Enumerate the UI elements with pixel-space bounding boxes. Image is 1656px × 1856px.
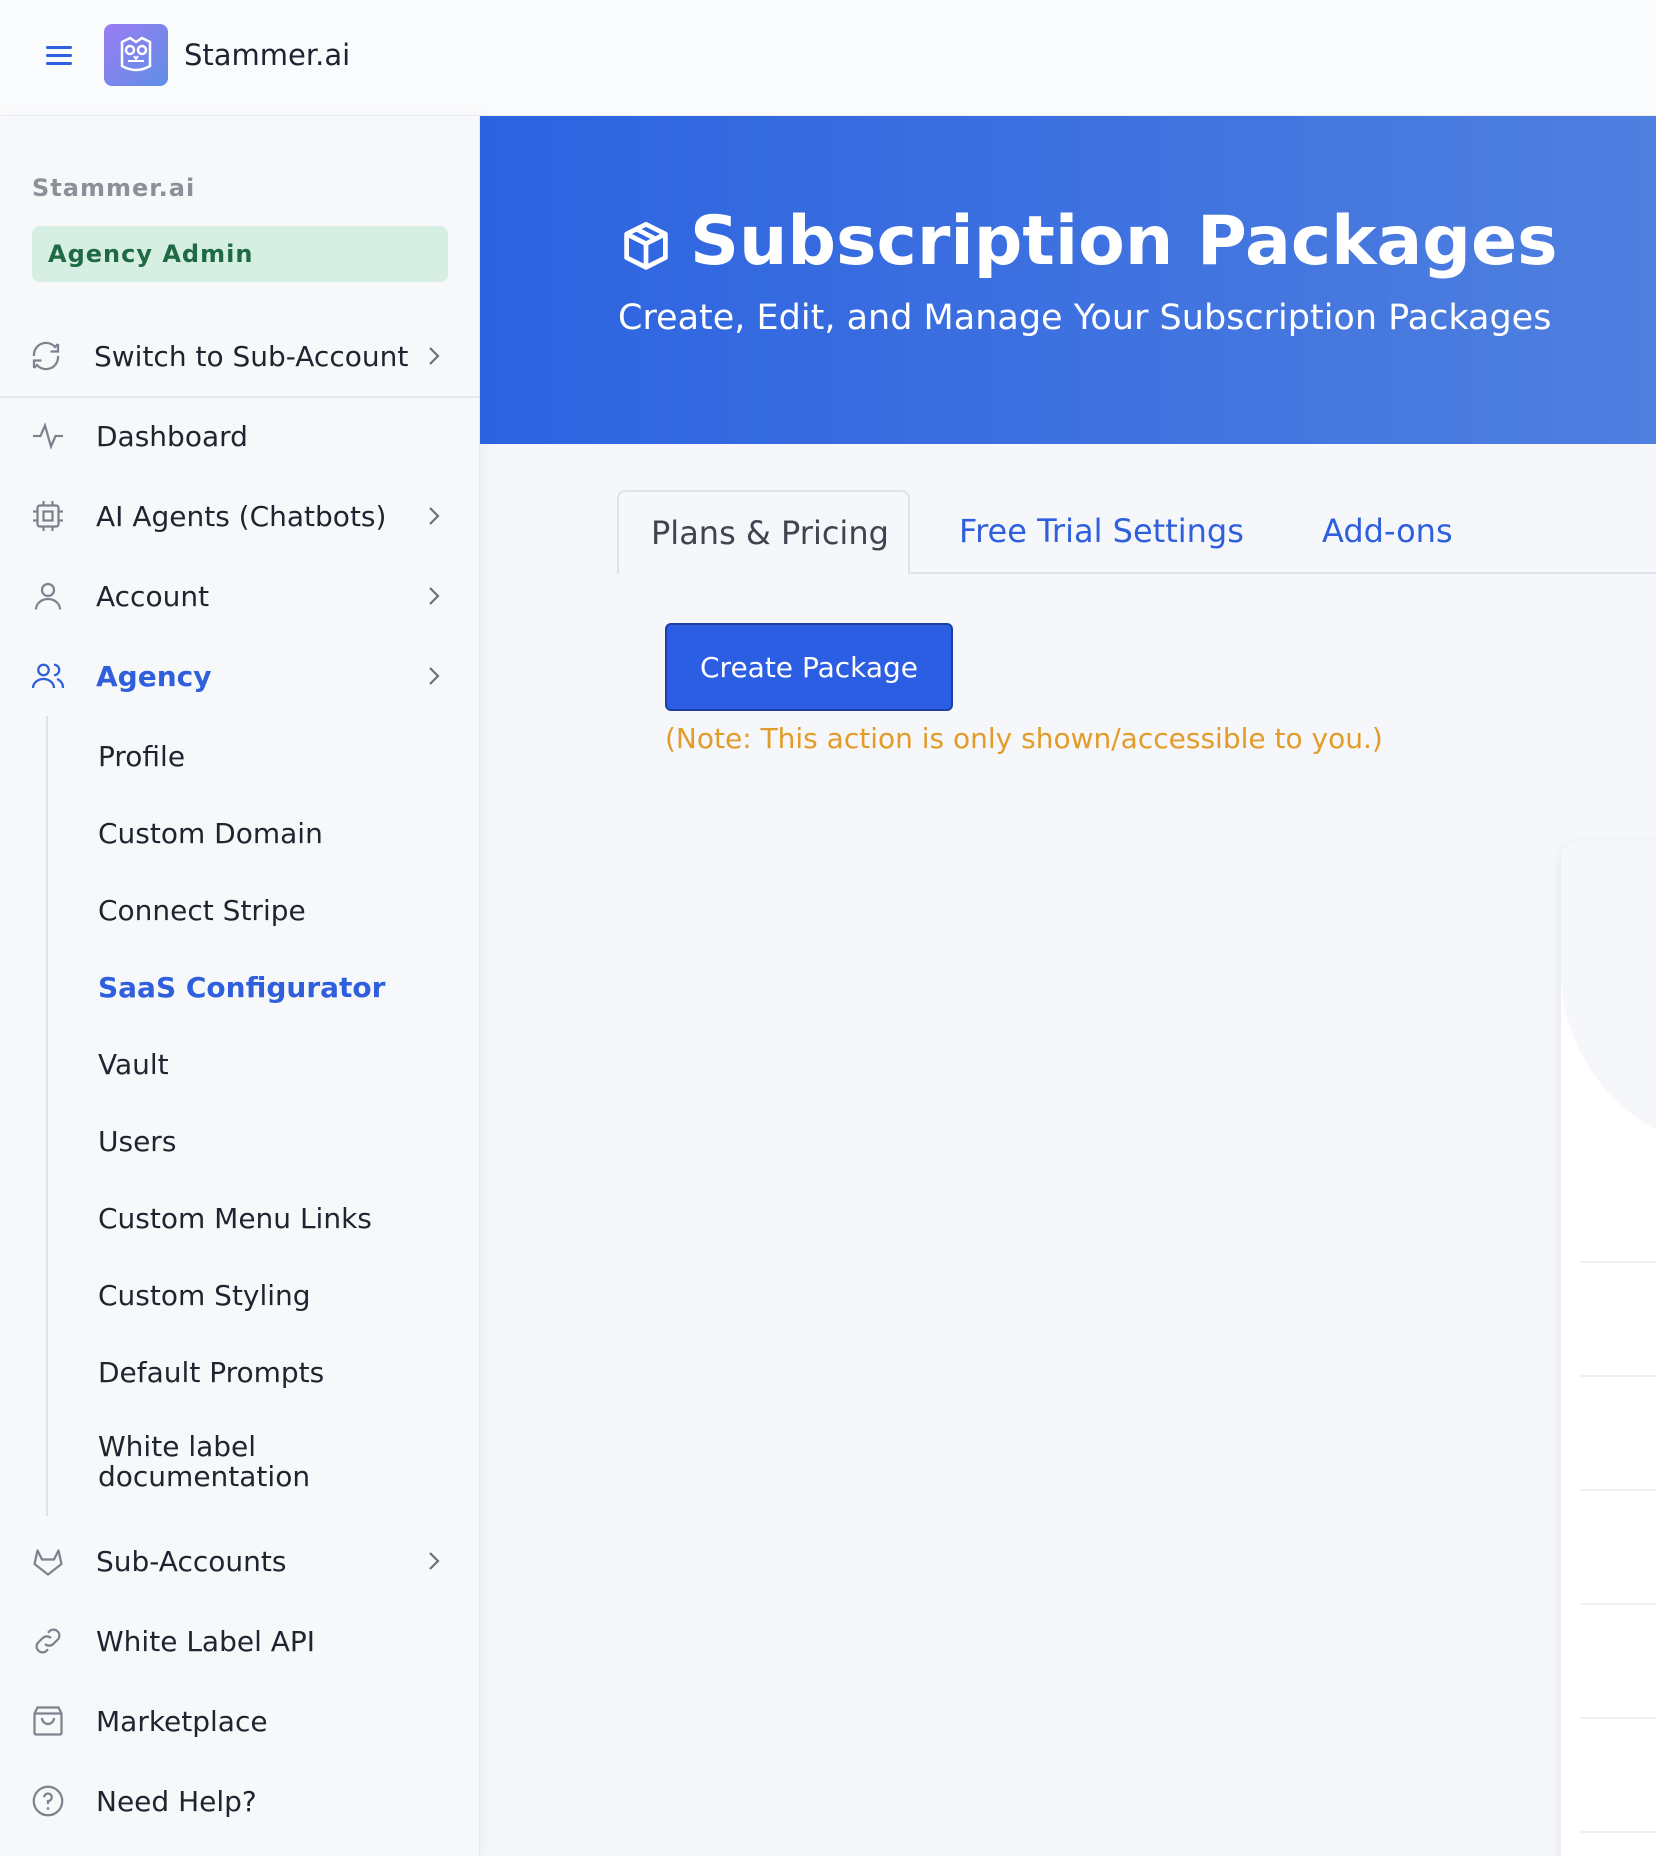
sidebar-item-label: Sub-Accounts xyxy=(96,1545,287,1578)
tab-label: Plans & Pricing xyxy=(651,514,889,552)
chevron-right-icon xyxy=(429,587,440,605)
sidebar-item-account[interactable]: Account xyxy=(0,566,480,626)
submenu-item-custom-domain[interactable]: Custom Domain xyxy=(98,817,323,850)
sidebar-divider xyxy=(0,396,480,398)
submenu-item-default-prompts[interactable]: Default Prompts xyxy=(98,1356,324,1389)
submenu-item-white-label-documentation[interactable]: White label documentation xyxy=(98,1432,398,1492)
link-icon xyxy=(35,1628,61,1654)
sidebar-item-label: Agency xyxy=(96,660,212,693)
sidebar-item-marketplace[interactable]: Marketplace xyxy=(0,1691,480,1751)
submenu-item-saas-configurator[interactable]: SaaS Configurator xyxy=(98,971,385,1004)
submenu-item-connect-stripe[interactable]: Connect Stripe xyxy=(98,894,306,927)
sidebar-item-label: Dashboard xyxy=(96,420,248,453)
sidebar-item-sub-accounts[interactable]: Sub-Accounts xyxy=(0,1531,480,1591)
visibility-note: (Note: This action is only shown/accessi… xyxy=(665,722,1383,755)
card-decoration xyxy=(1561,841,1656,1151)
submenu-item-users[interactable]: Users xyxy=(98,1125,176,1158)
card-divider xyxy=(1581,1717,1656,1719)
create-package-label: Create Package xyxy=(700,651,918,684)
tab-label: Add-ons xyxy=(1322,512,1453,550)
cpu-icon xyxy=(33,501,63,531)
card-divider xyxy=(1581,1831,1656,1833)
chevron-right-icon xyxy=(429,1552,440,1570)
package-card xyxy=(1561,841,1656,1856)
chevron-right-icon xyxy=(429,347,440,365)
switch-sub-account-label: Switch to Sub-Account xyxy=(94,340,409,373)
sidebar-item-need-help[interactable]: Need Help? xyxy=(0,1771,480,1831)
brand-name: Stammer.ai xyxy=(184,38,351,72)
tab-plans-pricing[interactable]: Plans & Pricing xyxy=(617,490,910,574)
card-divider xyxy=(1581,1261,1656,1263)
sidebar-item-label: AI Agents (Chatbots) xyxy=(96,500,387,533)
submenu-item-vault[interactable]: Vault xyxy=(98,1048,169,1081)
switch-sub-account-button[interactable]: Switch to Sub-Account xyxy=(0,318,480,378)
sidebar-item-label: Need Help? xyxy=(96,1785,257,1818)
card-divider xyxy=(1581,1375,1656,1377)
sidebar-item-dashboard[interactable]: Dashboard xyxy=(0,406,480,466)
sidebar-item-label: Account xyxy=(96,580,210,613)
sidebar-org-name: Stammer.ai xyxy=(32,174,196,202)
submenu-guide-line xyxy=(46,716,48,1516)
sidebar-item-ai-agents[interactable]: AI Agents (Chatbots) xyxy=(0,486,480,546)
refresh-icon xyxy=(32,341,60,371)
user-icon xyxy=(34,582,62,610)
top-bar: Stammer.ai xyxy=(0,0,1656,116)
help-circle-icon xyxy=(32,1785,64,1817)
page-header: Subscription Packages Create, Edit, and … xyxy=(480,116,1656,444)
role-badge-label: Agency Admin xyxy=(48,240,254,268)
chevron-right-icon xyxy=(429,667,440,685)
hamburger-menu-icon[interactable] xyxy=(46,46,72,66)
page-subtitle: Create, Edit, and Manage Your Subscripti… xyxy=(618,298,1552,338)
sidebar-item-label: Marketplace xyxy=(96,1705,268,1738)
tab-label: Free Trial Settings xyxy=(959,512,1244,550)
submenu-item-custom-menu-links[interactable]: Custom Menu Links xyxy=(98,1202,372,1235)
submenu-item-profile[interactable]: Profile xyxy=(98,740,185,773)
sidebar: Stammer.ai Agency Admin Switch to Sub-Ac… xyxy=(0,116,480,1856)
role-badge: Agency Admin xyxy=(32,226,448,282)
submenu-item-custom-styling[interactable]: Custom Styling xyxy=(98,1279,311,1312)
card-divider xyxy=(1581,1603,1656,1605)
shopping-bag-icon xyxy=(33,1706,63,1736)
logo[interactable] xyxy=(104,24,168,86)
users-icon xyxy=(31,663,65,689)
owl-logo-icon xyxy=(120,36,152,72)
package-icon xyxy=(624,221,668,270)
chevron-right-icon xyxy=(429,507,440,525)
page-title: Subscription Packages xyxy=(690,202,1558,281)
gitlab-icon xyxy=(33,1549,63,1576)
sidebar-item-label: White Label API xyxy=(96,1625,316,1658)
create-package-button[interactable]: Create Package xyxy=(665,623,953,711)
card-divider xyxy=(1581,1489,1656,1491)
activity-icon xyxy=(33,422,63,450)
sidebar-item-agency[interactable]: Agency xyxy=(0,646,480,706)
sidebar-item-white-label-api[interactable]: White Label API xyxy=(0,1611,480,1671)
